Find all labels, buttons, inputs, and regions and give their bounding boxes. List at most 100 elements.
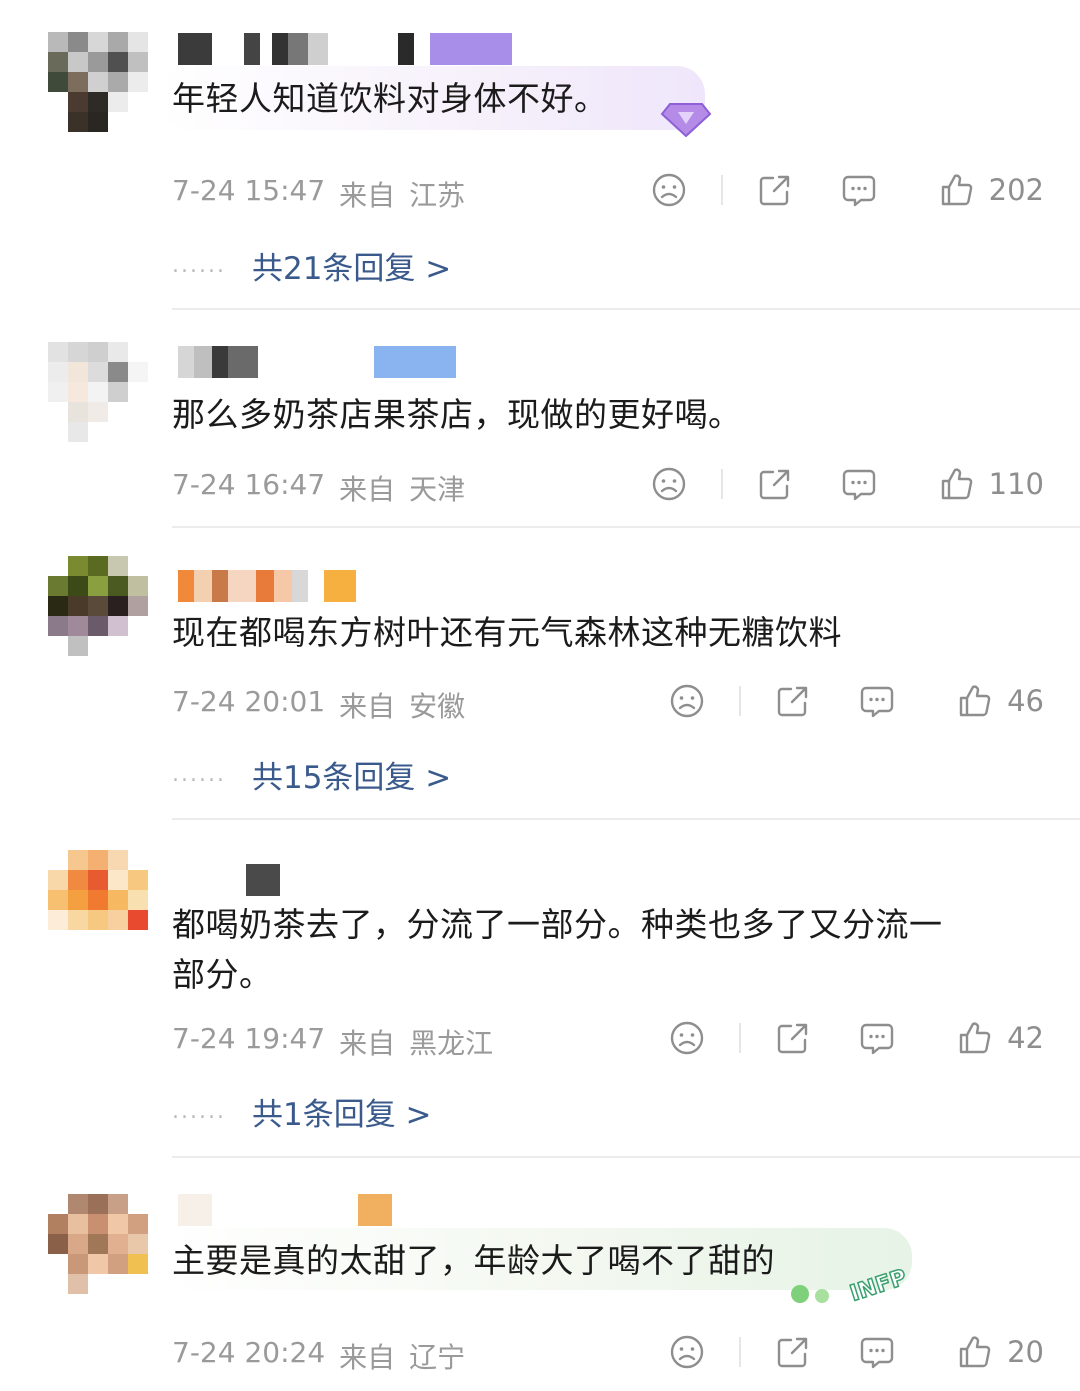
share-button[interactable]	[775, 1018, 811, 1058]
replies-count-label[interactable]: 共21条回复 >	[252, 243, 451, 288]
comment-item: 都喝奶茶去了，分流了一部分。种类也多了又分流一 部分。 7-24 19:47 来…	[0, 820, 1080, 1158]
comment-location: 安徽	[409, 690, 466, 723]
username-redacted[interactable]	[178, 864, 280, 896]
share-button[interactable]	[775, 681, 811, 721]
comment-item: 主要是真的太甜了，年龄大了喝不了甜的 INFP 7-24 20:24 来自 辽宁…	[0, 1158, 1080, 1391]
view-replies-link[interactable]: ...... 共15条回复 >	[172, 752, 451, 797]
share-icon	[777, 686, 808, 717]
share-icon	[777, 1023, 808, 1054]
sad-face-icon	[652, 173, 685, 207]
comment-text: 主要是真的太甜了，年龄大了喝不了甜的	[172, 1241, 775, 1280]
comment-meta: 7-24 15:47 来自 江苏	[172, 174, 465, 214]
avatar[interactable]	[48, 342, 148, 442]
sad-face-icon	[670, 1021, 704, 1055]
comment-from: 来自	[339, 179, 396, 212]
action-divider	[739, 1337, 742, 1367]
comment-from: 来自	[339, 690, 396, 723]
replies-count-label[interactable]: 共1条回复 >	[252, 1089, 432, 1134]
like-button[interactable]: 202	[939, 170, 1044, 210]
comment-location: 辽宁	[409, 1341, 466, 1374]
dislike-button[interactable]	[669, 1018, 705, 1058]
comment-text: 都喝奶茶去了，分流了一部分。种类也多了又分流一 部分。	[172, 905, 943, 994]
sad-face-icon	[670, 684, 704, 718]
sad-face-icon	[652, 467, 685, 501]
like-button[interactable]: 110	[939, 464, 1044, 504]
username-redacted[interactable]	[178, 33, 512, 65]
comment-icon	[842, 175, 875, 207]
comment-from: 来自	[339, 473, 396, 506]
comment-meta: 7-24 20:24 来自 辽宁	[172, 1336, 465, 1376]
sad-face-icon	[670, 1335, 704, 1369]
comment-time: 7-24 20:24	[172, 1336, 326, 1369]
share-icon	[777, 1337, 808, 1368]
reply-button[interactable]	[841, 464, 877, 504]
avatar[interactable]	[48, 32, 148, 132]
comment-actions: 20	[669, 1332, 1044, 1372]
like-button[interactable]: 42	[957, 1018, 1044, 1058]
avatar[interactable]	[48, 1194, 148, 1294]
comment-from: 来自	[339, 1341, 396, 1374]
like-button[interactable]: 46	[957, 681, 1044, 721]
dislike-button[interactable]	[669, 681, 705, 721]
comment-item: 那么多奶茶店果茶店，现做的更好喝。 7-24 16:47 来自 天津 110	[0, 310, 1080, 528]
comment-time: 7-24 19:47	[172, 1022, 326, 1055]
avatar[interactable]	[48, 850, 148, 950]
comment-actions: 46	[669, 681, 1044, 721]
reply-button[interactable]	[859, 1018, 895, 1058]
username-redacted[interactable]	[178, 570, 356, 602]
comment-actions: 42	[669, 1018, 1044, 1058]
share-icon	[759, 175, 789, 206]
dots-ellipsis: ......	[172, 253, 226, 278]
replies-count-label[interactable]: 共15条回复 >	[252, 752, 451, 797]
comment-item: 年轻人知道饮料对身体不好。 7-24 15:47 来自 江苏 202 .....…	[0, 0, 1080, 310]
thumbs-up-icon	[959, 1336, 991, 1368]
share-button[interactable]	[757, 464, 793, 504]
like-button[interactable]: 20	[957, 1332, 1044, 1372]
like-count: 46	[1007, 684, 1044, 718]
comment-location: 黑龙江	[409, 1027, 494, 1060]
view-replies-link[interactable]: ...... 共21条回复 >	[172, 243, 451, 288]
username-redacted[interactable]	[178, 1194, 392, 1226]
like-count: 20	[1007, 1335, 1044, 1369]
thumbs-up-icon	[941, 468, 972, 500]
infp-badge-icon: INFP	[784, 1254, 920, 1308]
like-count: 202	[988, 173, 1044, 207]
comment-actions: 202	[651, 170, 1044, 210]
comment-location: 天津	[409, 473, 466, 506]
view-replies-link[interactable]: ...... 共1条回复 >	[172, 1089, 432, 1134]
action-divider	[720, 175, 723, 205]
action-divider	[739, 1023, 742, 1053]
comment-from: 来自	[339, 1027, 396, 1060]
share-button[interactable]	[775, 1332, 811, 1372]
dislike-button[interactable]	[651, 464, 687, 504]
thumbs-up-icon	[941, 174, 972, 206]
dislike-button[interactable]	[651, 170, 687, 210]
comment-meta: 7-24 20:01 来自 安徽	[172, 685, 465, 725]
comment-icon	[860, 1023, 894, 1055]
comment-text: 那么多奶茶店果茶店，现做的更好喝。	[172, 395, 742, 434]
comment-meta: 7-24 16:47 来自 天津	[172, 468, 465, 508]
dislike-button[interactable]	[669, 1332, 705, 1372]
reply-button[interactable]	[859, 681, 895, 721]
comment-meta: 7-24 19:47 来自 黑龙江	[172, 1022, 493, 1062]
thumbs-up-icon	[959, 685, 991, 717]
comment-icon	[860, 1337, 894, 1369]
dots-ellipsis: ......	[172, 762, 226, 787]
infp-badge-text: INFP	[847, 1265, 910, 1307]
action-divider	[739, 686, 742, 716]
comment-time: 7-24 16:47	[172, 468, 326, 501]
diamond-badge-icon	[656, 94, 716, 138]
username-redacted[interactable]	[178, 346, 456, 378]
action-divider	[720, 469, 723, 499]
share-button[interactable]	[757, 170, 793, 210]
thumbs-up-icon	[959, 1022, 991, 1054]
comment-icon	[842, 469, 875, 501]
avatar[interactable]	[48, 556, 148, 656]
comment-time: 7-24 15:47	[172, 174, 326, 207]
reply-button[interactable]	[841, 170, 877, 210]
like-count: 42	[1007, 1021, 1044, 1055]
reply-button[interactable]	[859, 1332, 895, 1372]
comment-actions: 110	[651, 464, 1044, 504]
comment-item: 现在都喝东方树叶还有元气森林这种无糖饮料 7-24 20:01 来自 安徽 46…	[0, 528, 1080, 820]
comment-icon	[860, 686, 894, 718]
